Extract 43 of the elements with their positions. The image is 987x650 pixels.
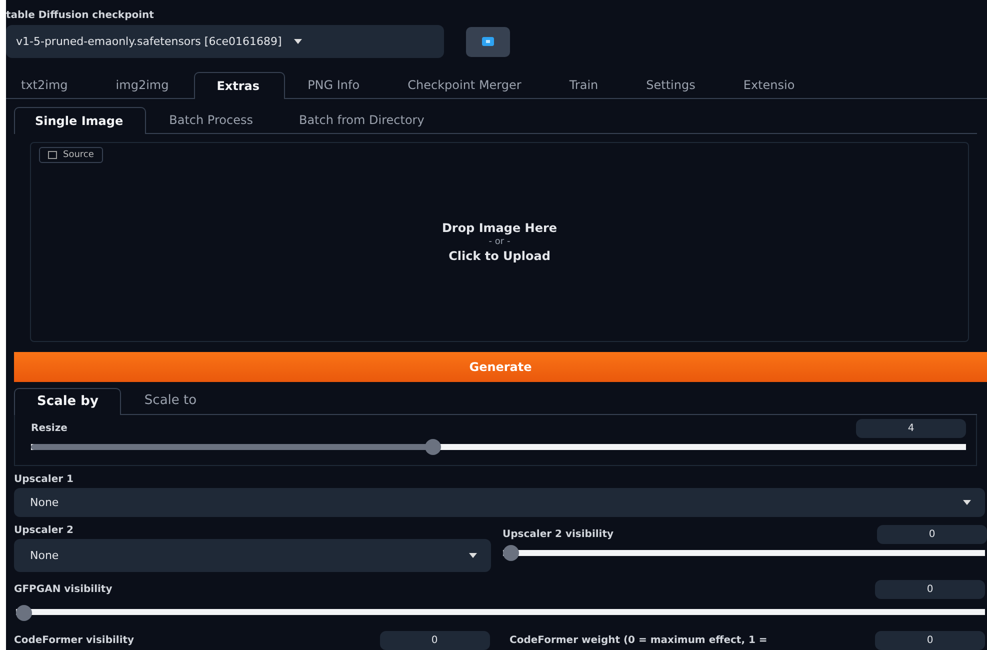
caret-icon	[963, 500, 971, 505]
caret-icon	[468, 552, 476, 558]
tab[interactable]: Single Image	[14, 107, 146, 134]
or-text: - or -	[488, 237, 510, 247]
tab[interactable]: Batch from Directory	[276, 107, 448, 133]
field-label: GFPGAN visibility	[14, 584, 112, 595]
number-field[interactable]: 0	[875, 631, 985, 650]
tab[interactable]: Scale by	[14, 388, 122, 416]
tab[interactable]: Extras	[194, 72, 285, 99]
number-field[interactable]: 0	[380, 631, 490, 650]
number-field[interactable]: 0	[877, 524, 987, 544]
tab[interactable]: Train	[546, 72, 624, 98]
tab[interactable]: img2img	[92, 72, 194, 98]
drop-text: Drop Image Here	[442, 221, 558, 235]
upscaler-dropdown[interactable]: None	[14, 488, 985, 517]
field-label: Resize	[31, 423, 68, 434]
number-field[interactable]: 0	[875, 580, 985, 599]
field-label: Upscaler 2	[14, 524, 74, 536]
tab[interactable]: Settings	[623, 72, 720, 98]
image-icon	[48, 151, 57, 159]
upload-text: Click to Upload	[448, 249, 550, 263]
field-label: CodeFormer weight (0 = maximum effect, 1 =	[510, 635, 768, 646]
tab[interactable]: Scale to	[121, 388, 220, 414]
refresh-icon	[482, 37, 494, 46]
field-label: table Diffusion checkpoint	[6, 10, 155, 21]
number-field[interactable]: 4	[856, 419, 966, 438]
label-text: Source	[63, 150, 94, 160]
caret-icon	[294, 39, 302, 44]
slider-thumb[interactable]	[425, 439, 442, 456]
tab[interactable]: Batch Process	[146, 107, 276, 133]
tab[interactable]: txt2img	[6, 72, 93, 98]
field-label: CodeFormer visibility	[14, 635, 134, 646]
field-label: Upscaler 2 visibility	[502, 528, 614, 540]
image-drop-area[interactable]: Source Drop Image Here - or - Click to Upload	[30, 142, 969, 342]
tab[interactable]: PNG Info	[284, 72, 385, 98]
tab[interactable]: Checkpoint Merger	[384, 72, 546, 98]
slider-thumb[interactable]	[16, 604, 32, 621]
slider-thumb[interactable]	[502, 544, 518, 561]
upscaler-dropdown[interactable]: None	[14, 538, 490, 572]
checkpoint-dropdown[interactable]: v1-5-pruned-emaonly.safetensors [6ce0161689]	[6, 25, 444, 58]
field-label: Upscaler 1	[14, 474, 74, 486]
tab[interactable]: Extensio	[720, 72, 820, 98]
refresh-button[interactable]	[466, 26, 510, 56]
